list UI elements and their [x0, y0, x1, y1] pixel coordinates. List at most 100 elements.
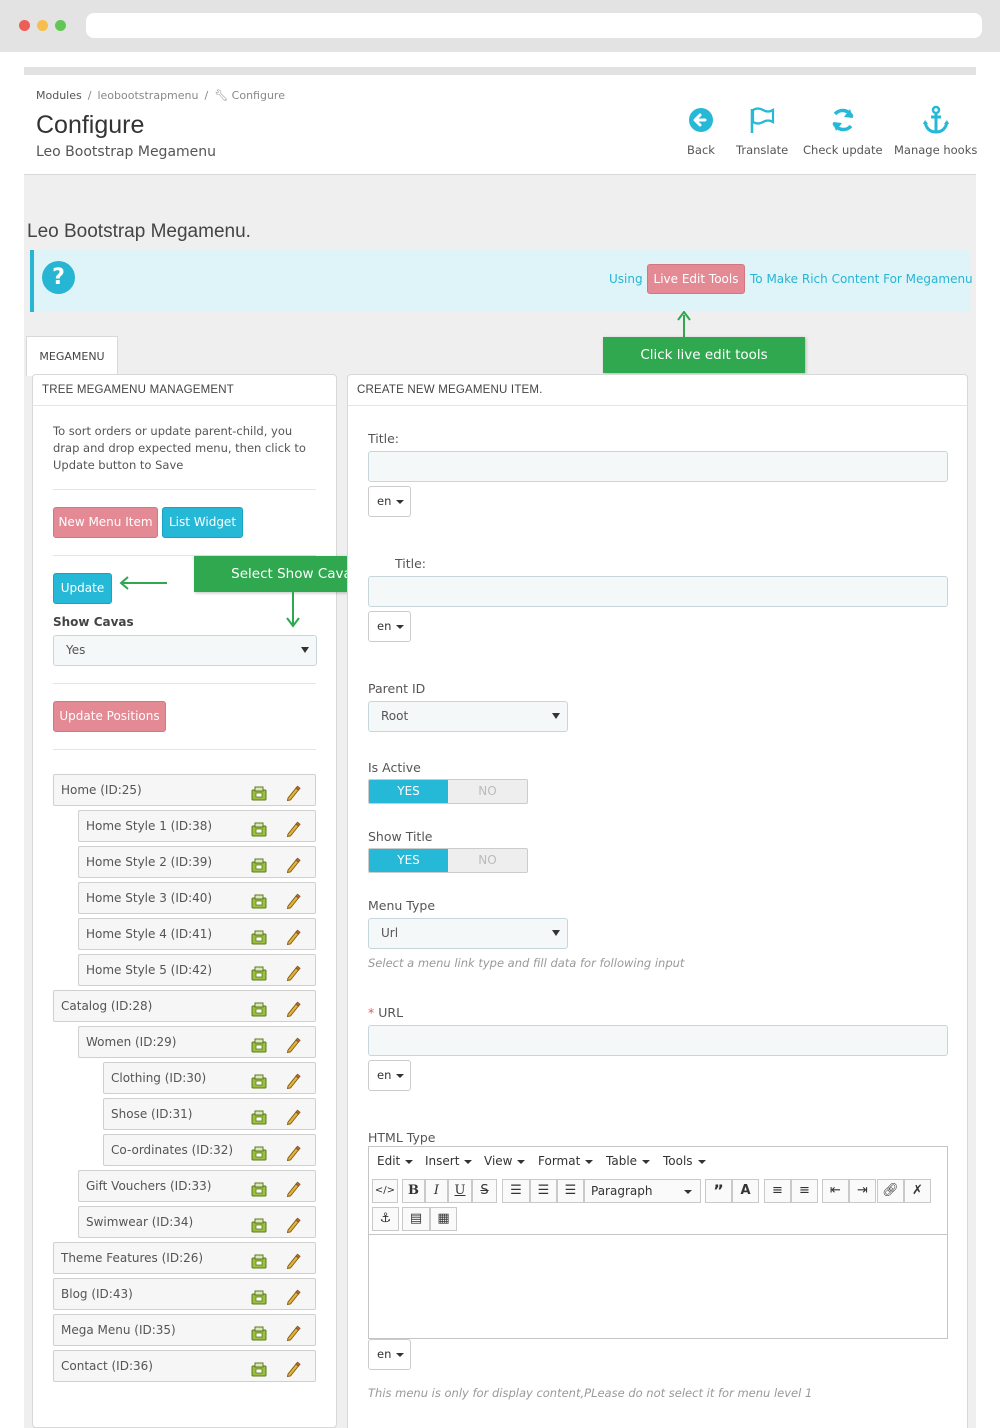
widget-icon[interactable] — [251, 818, 267, 837]
editor-menu-edit[interactable]: Edit — [377, 1154, 414, 1168]
tree-menu-item[interactable]: Home Style 1 (ID:38) — [78, 810, 316, 842]
tree-menu-item[interactable]: Theme Features (ID:26) — [53, 1242, 316, 1274]
edit-pencil-icon[interactable] — [285, 926, 301, 946]
widget-icon[interactable] — [251, 1286, 267, 1305]
close-window-icon[interactable] — [19, 20, 30, 31]
editor-menu-table[interactable]: Table — [606, 1154, 651, 1168]
widget-icon[interactable] — [251, 854, 267, 873]
tree-menu-item[interactable]: Home Style 5 (ID:42) — [78, 954, 316, 986]
html-lang-dropdown[interactable]: en — [368, 1339, 411, 1370]
tree-menu-item[interactable]: Swimwear (ID:34) — [78, 1206, 316, 1238]
is-active-toggle[interactable]: YES NO — [368, 779, 528, 804]
bold-icon[interactable]: B — [402, 1179, 425, 1203]
edit-pencil-icon[interactable] — [285, 1322, 301, 1342]
align-left-icon[interactable]: ☰ — [502, 1179, 530, 1203]
editor-menu-tools[interactable]: Tools — [663, 1154, 706, 1168]
tree-menu-item[interactable]: Blog (ID:43) — [53, 1278, 316, 1310]
widget-icon[interactable] — [251, 1250, 267, 1269]
tree-menu-item[interactable]: Shose (ID:31) — [103, 1098, 316, 1130]
align-right-icon[interactable]: ☰ — [557, 1179, 584, 1203]
strikethrough-icon[interactable]: S — [472, 1179, 497, 1203]
editor-menu-format[interactable]: Format — [538, 1154, 594, 1168]
edit-pencil-icon[interactable] — [285, 962, 301, 982]
edit-pencil-icon[interactable] — [285, 1214, 301, 1234]
link-icon[interactable]: 🔗︎ — [877, 1179, 904, 1203]
editor-menu-insert[interactable]: Insert — [425, 1154, 473, 1168]
widget-icon[interactable] — [251, 962, 267, 981]
widget-icon[interactable] — [251, 890, 267, 909]
blockquote-icon[interactable]: ” — [705, 1179, 732, 1203]
widget-icon[interactable] — [251, 782, 267, 801]
widget-icon[interactable] — [251, 1034, 267, 1053]
url-lang-dropdown[interactable]: en — [368, 1060, 411, 1091]
new-menu-item-button[interactable]: New Menu Item — [53, 507, 158, 538]
live-edit-tools-button[interactable]: Live Edit Tools — [647, 264, 745, 294]
edit-pencil-icon[interactable] — [285, 1034, 301, 1054]
italic-icon[interactable]: I — [425, 1179, 448, 1203]
unlink-icon[interactable]: ✗ — [904, 1179, 931, 1203]
numbered-list-icon[interactable]: ≡ — [791, 1179, 818, 1203]
manage-hooks-button[interactable]: Manage hooks — [894, 105, 977, 157]
breadcrumb-module[interactable]: leobootstrapmenu — [97, 89, 198, 102]
bullet-list-icon[interactable]: ≡ — [764, 1179, 791, 1203]
is-active-no[interactable]: NO — [448, 780, 527, 803]
edit-pencil-icon[interactable] — [285, 1286, 301, 1306]
tab-megamenu[interactable]: MEGAMENU — [26, 336, 118, 376]
text-color-icon[interactable]: A — [732, 1179, 759, 1203]
video-icon[interactable]: ▤ — [402, 1207, 430, 1231]
source-code-icon[interactable]: </> — [372, 1179, 398, 1203]
widget-icon[interactable] — [251, 1070, 267, 1089]
tree-menu-item[interactable]: Gift Vouchers (ID:33) — [78, 1170, 316, 1202]
image-icon[interactable]: ▦ — [430, 1207, 457, 1231]
widget-icon[interactable] — [251, 1178, 267, 1197]
list-widget-button[interactable]: List Widget — [162, 507, 243, 538]
update-positions-button[interactable]: Update Positions — [53, 701, 166, 732]
edit-pencil-icon[interactable] — [285, 1358, 301, 1378]
widget-icon[interactable] — [251, 1106, 267, 1125]
edit-pencil-icon[interactable] — [285, 1106, 301, 1126]
underline-icon[interactable]: U — [448, 1179, 472, 1203]
show-title-yes[interactable]: YES — [369, 849, 448, 872]
widget-icon[interactable] — [251, 1322, 267, 1341]
show-title-toggle[interactable]: YES NO — [368, 848, 528, 873]
show-title-no[interactable]: NO — [448, 849, 527, 872]
widget-icon[interactable] — [251, 926, 267, 945]
editor-menu-view[interactable]: View — [484, 1154, 526, 1168]
subtitle-input[interactable] — [368, 576, 948, 607]
edit-pencil-icon[interactable] — [285, 818, 301, 838]
maximize-window-icon[interactable] — [55, 20, 66, 31]
tree-menu-item[interactable]: Co-ordinates (ID:32) — [103, 1134, 316, 1166]
tree-menu-item[interactable]: Mega Menu (ID:35) — [53, 1314, 316, 1346]
tree-menu-item[interactable]: Home (ID:25) — [53, 774, 316, 806]
tree-menu-item[interactable]: Home Style 2 (ID:39) — [78, 846, 316, 878]
tree-menu-item[interactable]: Women (ID:29) — [78, 1026, 316, 1058]
edit-pencil-icon[interactable] — [285, 1250, 301, 1270]
subtitle-lang-dropdown[interactable]: en — [368, 611, 411, 642]
tree-menu-item[interactable]: Home Style 4 (ID:41) — [78, 918, 316, 950]
check-update-button[interactable]: Check update — [803, 105, 883, 157]
edit-pencil-icon[interactable] — [285, 1178, 301, 1198]
edit-pencil-icon[interactable] — [285, 782, 301, 802]
menu-type-select[interactable]: Url — [368, 918, 568, 949]
title-input[interactable] — [368, 451, 948, 482]
edit-pencil-icon[interactable] — [285, 854, 301, 874]
outdent-icon[interactable]: ⇤ — [822, 1179, 849, 1203]
widget-icon[interactable] — [251, 1214, 267, 1233]
parent-id-select[interactable]: Root — [368, 701, 568, 732]
align-center-icon[interactable]: ☰ — [530, 1179, 557, 1203]
tree-menu-item[interactable]: Contact (ID:36) — [53, 1350, 316, 1382]
title-lang-dropdown[interactable]: en — [368, 486, 411, 517]
widget-icon[interactable] — [251, 998, 267, 1017]
tree-menu-item[interactable]: Catalog (ID:28) — [53, 990, 316, 1022]
anchor-insert-icon[interactable]: ⚓ — [372, 1207, 399, 1231]
back-button[interactable]: Back — [686, 105, 716, 157]
paragraph-format-select[interactable]: Paragraph — [584, 1179, 701, 1203]
edit-pencil-icon[interactable] — [285, 1142, 301, 1162]
edit-pencil-icon[interactable] — [285, 1070, 301, 1090]
url-input[interactable] — [368, 1025, 948, 1056]
is-active-yes[interactable]: YES — [369, 780, 448, 803]
address-bar[interactable] — [86, 13, 982, 38]
translate-button[interactable]: Translate — [736, 105, 788, 157]
widget-icon[interactable] — [251, 1358, 267, 1377]
widget-icon[interactable] — [251, 1142, 267, 1161]
